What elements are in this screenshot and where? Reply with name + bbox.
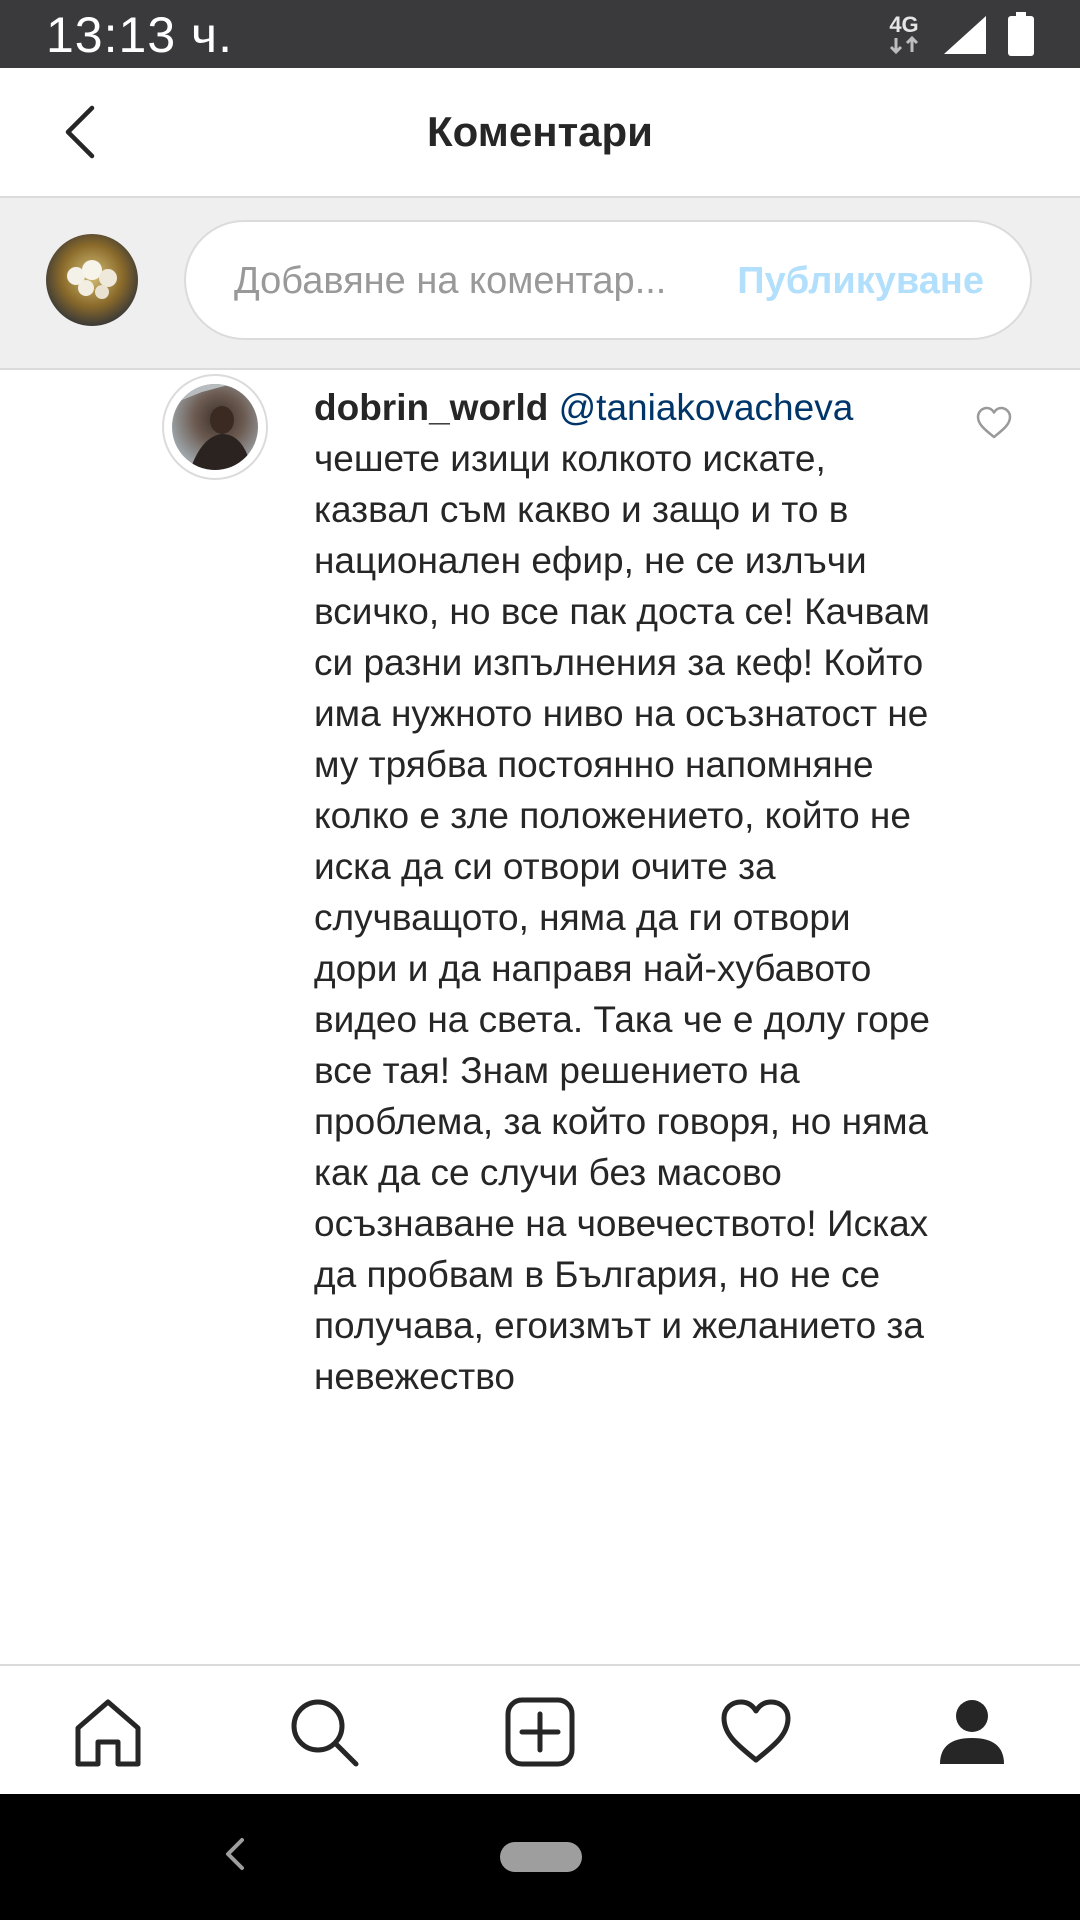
home-icon[interactable] bbox=[72, 1696, 144, 1768]
system-nav-bar bbox=[0, 1794, 1080, 1920]
status-bar: 13:13 ч. 4G bbox=[0, 0, 1080, 68]
comment-text: чешете изици колкото искате, казвал съм … bbox=[314, 438, 930, 1397]
activity-heart-icon[interactable] bbox=[720, 1696, 792, 1768]
comment-body: dobrin_world @taniakovacheva чешете изиц… bbox=[314, 382, 934, 1402]
current-user-avatar bbox=[46, 234, 138, 326]
comment-mention[interactable]: @taniakovacheva bbox=[559, 387, 854, 428]
comment-author-avatar[interactable] bbox=[162, 374, 268, 480]
search-icon[interactable] bbox=[288, 1696, 360, 1768]
profile-icon[interactable] bbox=[936, 1696, 1008, 1768]
bottom-nav bbox=[0, 1664, 1080, 1796]
comment-input-placeholder: Добавяне на коментар... bbox=[234, 260, 667, 302]
comment-input[interactable]: Добавяне на коментар... Публикуване bbox=[184, 220, 1032, 340]
header: Коментари bbox=[0, 68, 1080, 198]
system-back-icon[interactable] bbox=[222, 1836, 246, 1872]
publish-button[interactable]: Публикуване bbox=[737, 260, 984, 303]
battery-icon bbox=[1008, 12, 1034, 56]
avatar bbox=[172, 384, 258, 470]
page-title: Коментари bbox=[427, 108, 653, 155]
signal-icon bbox=[944, 16, 986, 54]
network-4g-icon: 4G bbox=[880, 12, 928, 56]
comment-username[interactable]: dobrin_world bbox=[314, 387, 548, 428]
comment-item: dobrin_world @taniakovacheva чешете изиц… bbox=[0, 370, 1080, 1664]
comment-composer: Добавяне на коментар... Публикуване bbox=[0, 198, 1080, 370]
status-time: 13:13 ч. bbox=[46, 7, 233, 63]
heart-outline-icon[interactable] bbox=[976, 406, 1012, 440]
system-home-pill[interactable] bbox=[500, 1842, 582, 1872]
new-post-icon[interactable] bbox=[504, 1696, 576, 1768]
